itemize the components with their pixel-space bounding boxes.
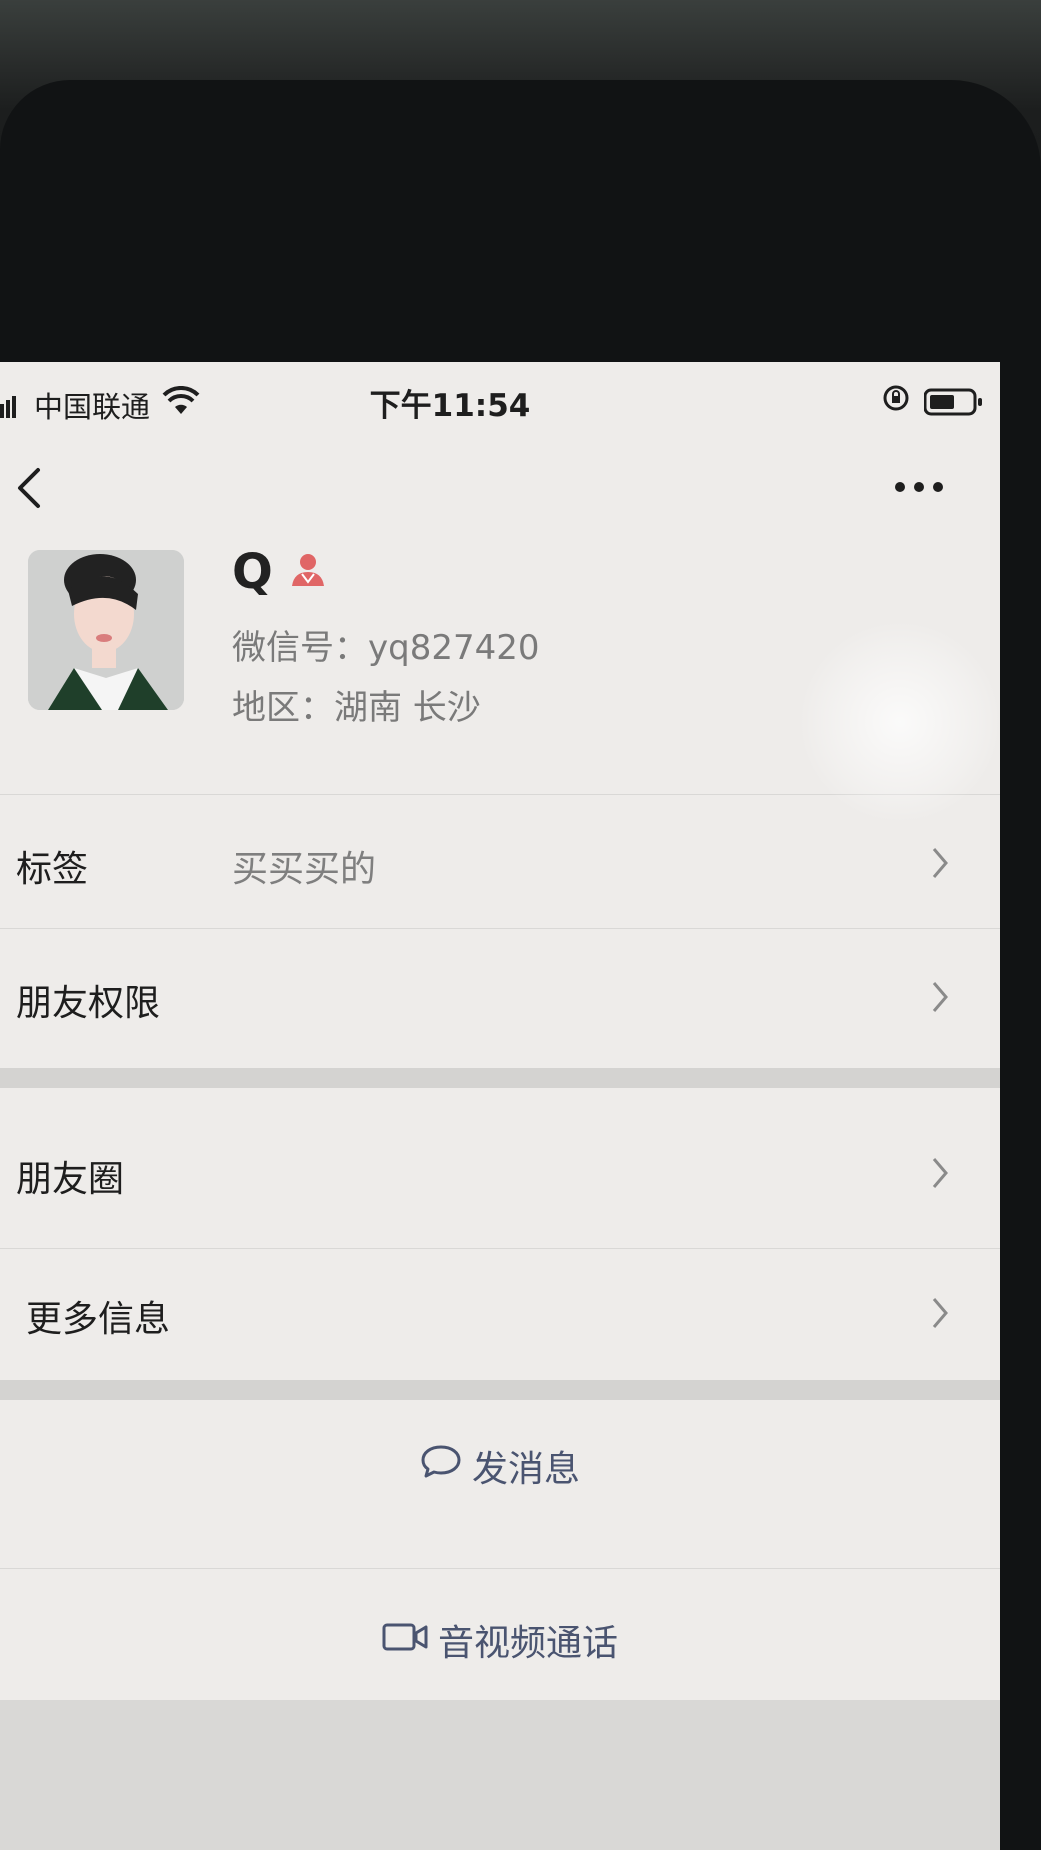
send-message-content: 发消息	[0, 1440, 1000, 1492]
tags-value: 买买买的	[232, 849, 377, 890]
av-call-button[interactable]: 音视频通话	[0, 1570, 1000, 1698]
profile-header: Q 微信号：yq827420 地区：湖南 长沙	[0, 532, 1000, 792]
send-message-button[interactable]: 发消息	[0, 1400, 1000, 1528]
chevron-right-icon	[930, 846, 950, 884]
more-options-button[interactable]	[894, 478, 944, 497]
divider	[0, 1248, 1000, 1249]
send-message-label: 发消息	[471, 1449, 580, 1490]
tags-label: 标签	[16, 849, 89, 890]
profile-name: Q	[232, 544, 273, 600]
battery-icon	[923, 388, 984, 420]
chat-bubble-icon	[420, 1444, 462, 1489]
video-camera-icon	[382, 1620, 428, 1661]
av-call-label: 音视频通话	[437, 1623, 618, 1664]
bottom-area	[0, 1700, 1000, 1850]
divider	[0, 928, 1000, 929]
moments-label: 朋友圈	[16, 1159, 125, 1200]
divider	[0, 794, 1000, 795]
av-call-content: 音视频通话	[0, 1614, 1000, 1666]
female-icon	[290, 552, 326, 590]
friend-permissions-label: 朋友权限	[16, 983, 161, 1024]
tags-row[interactable]: 标签 买买买的	[0, 796, 1000, 926]
back-button[interactable]	[14, 466, 44, 514]
rotation-lock-icon	[882, 384, 910, 416]
profile-region: 地区：湖南 长沙	[232, 688, 481, 728]
status-time: 下午11:54	[369, 388, 531, 424]
more-info-label: 更多信息	[26, 1299, 171, 1340]
section-gap	[0, 1068, 1000, 1088]
chevron-right-icon	[930, 1296, 950, 1334]
status-bar: 中国联通 下午11:54	[0, 362, 1000, 432]
friend-permissions-row[interactable]: 朋友权限	[0, 930, 1000, 1060]
section-gap	[0, 1380, 1000, 1400]
moments-row[interactable]: 朋友圈	[0, 1088, 1000, 1248]
chevron-right-icon	[930, 980, 950, 1018]
divider	[0, 1568, 1000, 1569]
phone-screen: 中国联通 下午11:54 Q 微信号：yq827420 地区：湖南 长沙 标签 …	[0, 362, 1000, 1850]
nav-bar	[0, 432, 1000, 532]
more-info-row[interactable]: 更多信息	[0, 1250, 1000, 1380]
chevron-right-icon	[930, 1156, 950, 1194]
avatar[interactable]	[28, 550, 184, 710]
wechat-id: 微信号：yq827420	[232, 628, 540, 668]
